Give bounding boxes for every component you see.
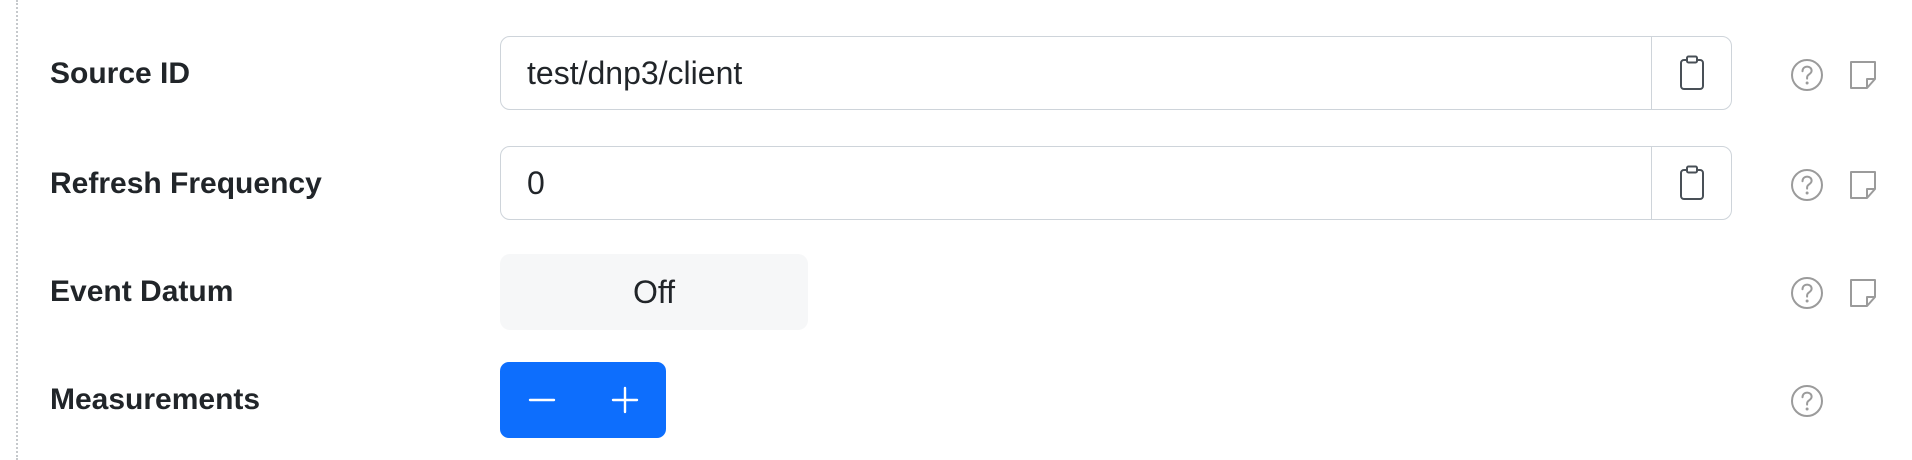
sticky-note-icon	[1846, 58, 1880, 92]
setting-row-refresh-frequency: Refresh Frequency	[0, 146, 1912, 222]
plus-icon	[611, 386, 639, 414]
event-datum-help-button[interactable]	[1790, 276, 1824, 310]
measurements-remove-button[interactable]	[500, 362, 583, 438]
clipboard-icon	[1679, 55, 1705, 91]
measurements-label: Measurements	[50, 383, 261, 416]
setting-row-measurements: Measurements	[0, 362, 1912, 438]
refresh-frequency-label: Refresh Frequency	[50, 167, 322, 200]
source-id-paste-button[interactable]	[1651, 37, 1731, 109]
measurements-stepper	[500, 362, 666, 438]
minus-icon	[528, 386, 556, 414]
refresh-frequency-help-button[interactable]	[1790, 168, 1824, 202]
question-circle-icon	[1790, 58, 1824, 92]
measurements-help-button[interactable]	[1790, 384, 1824, 418]
refresh-frequency-input-group	[500, 146, 1732, 220]
sticky-note-icon	[1846, 168, 1880, 202]
setting-row-source-id: Source ID	[0, 36, 1912, 112]
question-circle-icon	[1790, 384, 1824, 418]
source-id-label: Source ID	[50, 57, 191, 90]
clipboard-icon	[1679, 165, 1705, 201]
event-datum-label: Event Datum	[50, 275, 234, 308]
refresh-frequency-note-button[interactable]	[1846, 168, 1880, 202]
measurements-add-button[interactable]	[583, 362, 666, 438]
refresh-frequency-input[interactable]	[501, 147, 1652, 219]
source-id-input[interactable]	[501, 37, 1652, 109]
refresh-frequency-paste-button[interactable]	[1651, 147, 1731, 219]
source-id-input-group	[500, 36, 1732, 110]
source-id-help-button[interactable]	[1790, 58, 1824, 92]
question-circle-icon	[1790, 168, 1824, 202]
event-datum-note-button[interactable]	[1846, 276, 1880, 310]
setting-row-event-datum: Event Datum Off	[0, 254, 1912, 330]
source-id-note-button[interactable]	[1846, 58, 1880, 92]
question-circle-icon	[1790, 276, 1824, 310]
sticky-note-icon	[1846, 276, 1880, 310]
event-datum-toggle[interactable]: Off	[500, 254, 808, 330]
